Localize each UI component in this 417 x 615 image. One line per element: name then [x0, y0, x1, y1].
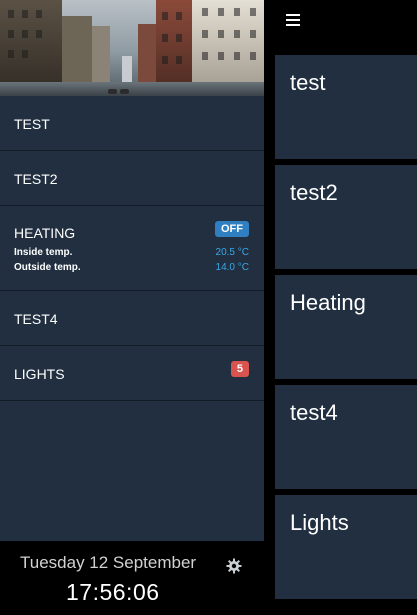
- inside-temp-value: 20.5 °C: [215, 247, 249, 258]
- sidebar-item-test[interactable]: TEST: [0, 96, 264, 151]
- sidebar-item-label: LIGHTS: [14, 366, 65, 382]
- header-image: [0, 0, 264, 96]
- status-badge: OFF: [215, 221, 249, 237]
- tile-label: test4: [290, 400, 338, 425]
- sidebar-footer: Tuesday 12 September 17:56:06: [0, 541, 264, 615]
- date-label: Tuesday 12 September: [20, 553, 197, 572]
- count-badge: 5: [230, 361, 249, 377]
- sidebar-menu: TEST TEST2 HEATING OFF Inside temp. 20.5…: [0, 96, 264, 401]
- sidebar-item-test4[interactable]: TEST4: [0, 291, 264, 346]
- gear-icon[interactable]: [226, 558, 242, 574]
- sidebar-item-lights[interactable]: LIGHTS 5: [0, 346, 264, 401]
- sidebar-item-heating[interactable]: HEATING OFF Inside temp. 20.5 °C Outside…: [0, 206, 264, 291]
- sidebar-item-label: TEST4: [14, 311, 58, 327]
- outside-temp-label: Outside temp.: [14, 262, 81, 273]
- outside-temp-value: 14.0 °C: [215, 262, 249, 273]
- tile-test[interactable]: test: [275, 55, 417, 159]
- tile-label: Heating: [290, 290, 366, 315]
- sidebar-item-label: TEST2: [14, 171, 58, 187]
- tile-heating[interactable]: Heating: [275, 275, 417, 379]
- outside-temp-row: Outside temp. 14.0 °C: [14, 262, 249, 273]
- inside-temp-row: Inside temp. 20.5 °C: [14, 247, 249, 258]
- tile-label: test: [290, 70, 326, 95]
- sidebar-item-label: TEST: [14, 116, 50, 132]
- tile-label: Lights: [290, 510, 349, 535]
- tile-lights[interactable]: Lights: [275, 495, 417, 599]
- tile-test2[interactable]: test2: [275, 165, 417, 269]
- sidebar-item-label: HEATING: [14, 225, 76, 241]
- main-panel: test test2 Heating test4 Lights: [264, 0, 417, 615]
- sidebar-item-test2[interactable]: TEST2: [0, 151, 264, 206]
- inside-temp-label: Inside temp.: [14, 247, 73, 258]
- tile-test4[interactable]: test4: [275, 385, 417, 489]
- hamburger-icon[interactable]: [286, 14, 300, 28]
- clock: 17:56:06: [66, 579, 160, 605]
- sidebar: TEST TEST2 HEATING OFF Inside temp. 20.5…: [0, 0, 264, 615]
- tile-label: test2: [290, 180, 338, 205]
